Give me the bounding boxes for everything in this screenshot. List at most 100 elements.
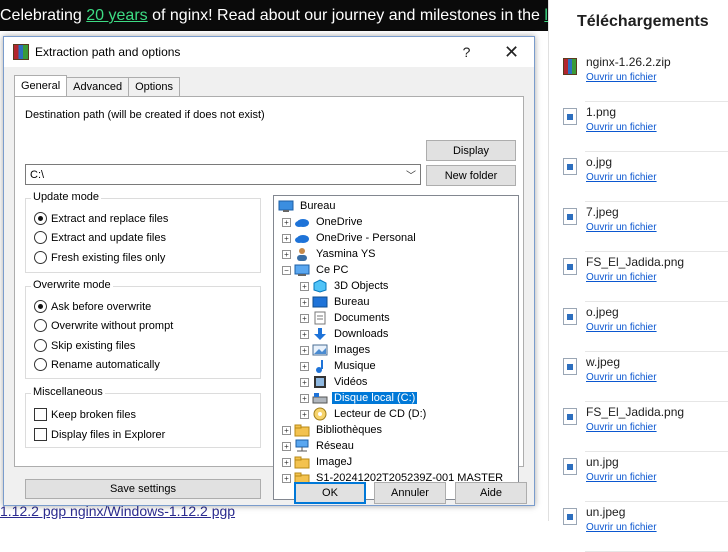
chevron-down-icon[interactable]: ﹀: [402, 167, 420, 182]
download-item[interactable]: 1.png Ouvrir un fichier: [549, 102, 728, 152]
open-file-link[interactable]: Ouvrir un fichier: [586, 172, 657, 183]
radio-overwrite-no-prompt[interactable]: Overwrite without prompt: [34, 319, 173, 332]
help-title-button[interactable]: ?: [444, 37, 489, 67]
tree-item-user[interactable]: + Yasmina YS: [282, 246, 378, 262]
expand-plus-icon[interactable]: +: [282, 425, 291, 435]
download-item[interactable]: 7.jpeg Ouvrir un fichier: [549, 202, 728, 252]
tree-item-cd-drive[interactable]: + Lecteur de CD (D:): [300, 406, 428, 422]
download-item[interactable]: FS_El_Jadida.png Ouvrir un fichier: [549, 402, 728, 452]
download-filename[interactable]: un.jpeg: [586, 505, 625, 519]
download-filename[interactable]: un.jpg: [586, 455, 619, 469]
open-file-link[interactable]: Ouvrir un fichier: [586, 522, 657, 533]
tree-label[interactable]: Réseau: [314, 440, 356, 452]
radio-button-selected[interactable]: [34, 300, 47, 313]
tree-label[interactable]: Downloads: [332, 328, 390, 340]
expand-plus-icon[interactable]: +: [300, 313, 309, 323]
help-button[interactable]: Aide: [455, 482, 527, 504]
expand-plus-icon[interactable]: +: [300, 329, 309, 339]
tree-item-onedrive[interactable]: + OneDrive: [282, 214, 364, 230]
tree-label[interactable]: Bibliothèques: [314, 424, 384, 436]
download-item[interactable]: o.jpeg Ouvrir un fichier: [549, 302, 728, 352]
expand-plus-icon[interactable]: +: [300, 377, 309, 387]
tree-item-imagej[interactable]: + ImageJ: [282, 454, 354, 470]
tree-item-3d-objects[interactable]: + 3D Objects: [300, 278, 390, 294]
expand-plus-icon[interactable]: +: [300, 409, 309, 419]
tab-general[interactable]: General: [14, 75, 68, 96]
checkbox-label[interactable]: Display files in Explorer: [51, 429, 165, 441]
tree-label[interactable]: Ce PC: [314, 264, 350, 276]
download-item[interactable]: un.jpg Ouvrir un fichier: [549, 452, 728, 502]
download-item[interactable]: nginx-1.26.2.zip Ouvrir un fichier: [549, 52, 728, 102]
expand-plus-icon[interactable]: +: [282, 441, 291, 451]
tree-item-reseau[interactable]: + Réseau: [282, 438, 356, 454]
display-button[interactable]: Display: [426, 140, 516, 161]
download-item[interactable]: o.jpg Ouvrir un fichier: [549, 152, 728, 202]
banner-link-20-years[interactable]: 20 years: [86, 7, 147, 24]
tree-item-disque-local[interactable]: + Disque local (C:): [300, 390, 418, 406]
new-folder-button[interactable]: New folder: [426, 165, 516, 186]
tree-label[interactable]: Bureau: [298, 200, 337, 212]
destination-path-value[interactable]: C:\: [26, 169, 402, 181]
open-file-link[interactable]: Ouvrir un fichier: [586, 472, 657, 483]
download-item[interactable]: FS_El_Jadida.png Ouvrir un fichier: [549, 252, 728, 302]
download-filename[interactable]: 7.jpeg: [586, 205, 619, 219]
tree-item-downloads[interactable]: + Downloads: [300, 326, 390, 342]
radio-label[interactable]: Ask before overwrite: [51, 301, 151, 313]
open-file-link[interactable]: Ouvrir un fichier: [586, 372, 657, 383]
title-bar[interactable]: Extraction path and options ? ✕: [4, 37, 534, 67]
download-item[interactable]: w.jpeg Ouvrir un fichier: [549, 352, 728, 402]
radio-button[interactable]: [34, 231, 47, 244]
open-file-link[interactable]: Ouvrir un fichier: [586, 322, 657, 333]
open-file-link[interactable]: Ouvrir un fichier: [586, 422, 657, 433]
radio-ask-overwrite[interactable]: Ask before overwrite: [34, 300, 151, 313]
open-file-link[interactable]: Ouvrir un fichier: [586, 72, 657, 83]
tree-label[interactable]: Yasmina YS: [314, 248, 378, 260]
expand-plus-icon[interactable]: +: [300, 281, 309, 291]
expand-plus-icon[interactable]: +: [282, 457, 291, 467]
tab-advanced[interactable]: Advanced: [66, 77, 130, 96]
expand-plus-icon[interactable]: +: [282, 249, 291, 259]
radio-fresh-existing[interactable]: Fresh existing files only: [34, 251, 165, 264]
tree-item-musique[interactable]: + Musique: [300, 358, 378, 374]
radio-button[interactable]: [34, 251, 47, 264]
radio-button[interactable]: [34, 358, 47, 371]
tree-item-images[interactable]: + Images: [300, 342, 372, 358]
tree-item-videos[interactable]: + Vidéos: [300, 374, 369, 390]
open-file-link[interactable]: Ouvrir un fichier: [586, 222, 657, 233]
cancel-button[interactable]: Annuler: [374, 482, 446, 504]
expand-plus-icon[interactable]: +: [300, 361, 309, 371]
checkbox-display-explorer[interactable]: Display files in Explorer: [34, 428, 165, 441]
expand-plus-icon[interactable]: +: [282, 473, 291, 483]
radio-label[interactable]: Extract and replace files: [51, 213, 168, 225]
tree-label[interactable]: Bureau: [332, 296, 371, 308]
checkbox-keep-broken[interactable]: Keep broken files: [34, 408, 136, 421]
download-filename[interactable]: o.jpg: [586, 155, 612, 169]
tree-label[interactable]: Images: [332, 344, 372, 356]
download-filename[interactable]: nginx-1.26.2.zip: [586, 55, 671, 69]
tree-label[interactable]: Lecteur de CD (D:): [332, 408, 428, 420]
expand-plus-icon[interactable]: +: [300, 345, 309, 355]
radio-rename-auto[interactable]: Rename automatically: [34, 358, 160, 371]
radio-extract-replace[interactable]: Extract and replace files: [34, 212, 168, 225]
tree-label[interactable]: ImageJ: [314, 456, 354, 468]
open-file-link[interactable]: Ouvrir un fichier: [586, 122, 657, 133]
download-filename[interactable]: FS_El_Jadida.png: [586, 255, 684, 269]
radio-button-selected[interactable]: [34, 212, 47, 225]
expand-plus-icon[interactable]: +: [282, 217, 291, 227]
tree-item-bibliotheques[interactable]: + Bibliothèques: [282, 422, 384, 438]
tree-label[interactable]: OneDrive - Personal: [314, 232, 418, 244]
download-filename[interactable]: w.jpeg: [586, 355, 620, 369]
radio-label[interactable]: Rename automatically: [51, 359, 160, 371]
download-filename[interactable]: o.jpeg: [586, 305, 619, 319]
radio-label[interactable]: Overwrite without prompt: [51, 320, 173, 332]
radio-label[interactable]: Fresh existing files only: [51, 252, 165, 264]
tree-label[interactable]: OneDrive: [314, 216, 364, 228]
expand-plus-icon[interactable]: +: [300, 393, 309, 403]
save-settings-button[interactable]: Save settings: [25, 479, 261, 499]
tab-options[interactable]: Options: [128, 77, 180, 96]
radio-button[interactable]: [34, 319, 47, 332]
close-icon[interactable]: ✕: [489, 37, 534, 67]
radio-label[interactable]: Skip existing files: [51, 340, 135, 352]
checkbox-label[interactable]: Keep broken files: [51, 409, 136, 421]
folder-tree[interactable]: Bureau + OneDrive + OneDrive - Personal …: [273, 195, 519, 500]
